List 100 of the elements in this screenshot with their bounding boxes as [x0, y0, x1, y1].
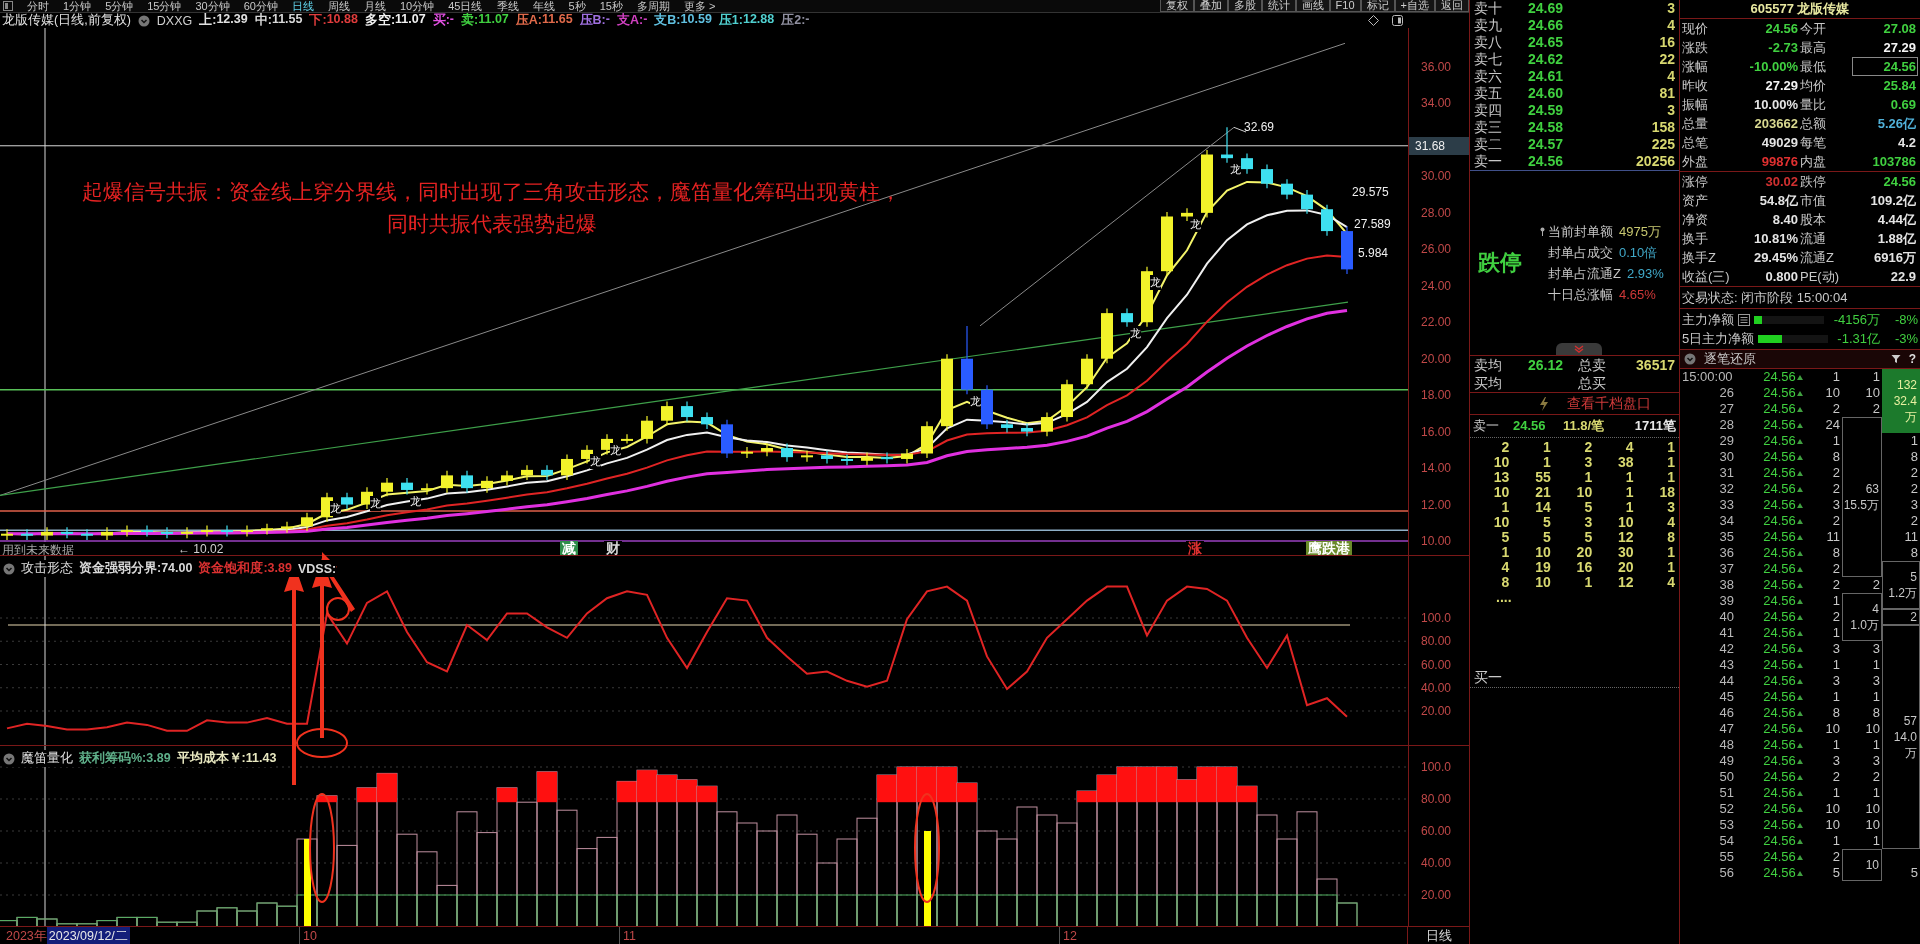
- tick-volume: 10: [1824, 817, 1841, 833]
- signal-mark: 龙: [590, 453, 601, 469]
- candlestick: [461, 470, 473, 494]
- indicator-title: 魔笛量化: [21, 750, 73, 767]
- ask-price: 24.59: [1528, 102, 1565, 119]
- period-tab[interactable]: 周线: [328, 0, 350, 12]
- tick-price: 24.56: [1763, 577, 1796, 593]
- axis-label: 100.0: [1421, 610, 1452, 626]
- toolbar-button[interactable]: 叠加: [1193, 0, 1228, 12]
- event-mark[interactable]: 财: [604, 541, 622, 555]
- toolbar-button[interactable]: +自选: [1394, 0, 1435, 12]
- event-mark[interactable]: 涨: [1186, 541, 1204, 555]
- signal-mark: 龙: [610, 442, 621, 458]
- period-tab[interactable]: 45日线: [448, 0, 483, 12]
- candlestick: [541, 464, 553, 481]
- quote-label: 换手Z: [1682, 249, 1717, 267]
- tick-volume: 1: [1831, 625, 1841, 641]
- dropdown-icon[interactable]: [137, 14, 150, 27]
- indicator-value: -: [643, 12, 648, 28]
- ask-volume: 225: [1650, 136, 1675, 153]
- tick-time: 28: [1718, 417, 1735, 433]
- collapse-icon[interactable]: [3, 562, 15, 575]
- tick-price: 24.56: [1763, 865, 1796, 881]
- tick-time: 29: [1718, 433, 1735, 449]
- tick-time: 37: [1718, 561, 1735, 577]
- queue-volume: 3: [1583, 455, 1593, 470]
- indicator-value: 获利筹码%:3.89: [79, 750, 171, 767]
- list-icon[interactable]: [1738, 313, 1750, 326]
- filter-icon[interactable]: [1890, 354, 1901, 364]
- tick-price: 24.56: [1763, 641, 1796, 657]
- quote-value: 49029: [1760, 134, 1799, 152]
- period-tab[interactable]: 季线: [496, 0, 519, 12]
- queue-volume: 10: [1534, 545, 1551, 560]
- toolbar-button[interactable]: F10: [1329, 0, 1361, 12]
- period-tab[interactable]: 1分钟: [63, 0, 92, 12]
- event-mark[interactable]: 减: [560, 541, 578, 555]
- period-tab[interactable]: 月线: [364, 0, 386, 12]
- period-tab[interactable]: 日线: [292, 0, 314, 12]
- queue-volume: 10: [1492, 485, 1510, 500]
- ask-volume: 3: [1666, 0, 1675, 17]
- signal-mark: 龙: [1230, 162, 1241, 178]
- tick-volume: 3: [1831, 673, 1841, 689]
- indicator-label: 压2:: [781, 12, 806, 29]
- queue-volume: 10: [1617, 515, 1634, 530]
- toolbar-button[interactable]: 统计: [1261, 0, 1296, 12]
- period-tab[interactable]: 15秒: [599, 0, 623, 12]
- quote-label: 最低: [1800, 58, 1827, 76]
- candlestick: [501, 470, 513, 486]
- quote-label: 今开: [1800, 20, 1827, 38]
- period-tab[interactable]: 年线: [532, 0, 555, 12]
- depth-link[interactable]: 查看千档盘口: [1566, 394, 1651, 413]
- window-icon[interactable]: [1392, 15, 1403, 26]
- collapse-button[interactable]: [1556, 343, 1602, 355]
- diamond-icon[interactable]: [1368, 15, 1379, 26]
- period-tab[interactable]: 60分钟: [243, 0, 278, 12]
- date-label: 2023年: [5, 928, 47, 944]
- indicator-value: -: [449, 12, 455, 28]
- period-tab[interactable]: 5分钟: [105, 0, 134, 12]
- tick-time: 36: [1718, 545, 1735, 561]
- queue-volume: 1: [1666, 440, 1675, 455]
- tick-time: 50: [1718, 769, 1735, 785]
- help-link[interactable]: ?: [1908, 352, 1916, 366]
- collapse-icon[interactable]: [3, 752, 15, 765]
- collapse-icon[interactable]: [1684, 353, 1696, 365]
- up-arrow-icon: [1796, 566, 1803, 572]
- queue-volume: 5: [1500, 530, 1510, 545]
- quote-value: 10.00%: [1752, 96, 1799, 114]
- panel-toggle-icon[interactable]: [3, 1, 13, 11]
- toolbar-button[interactable]: 复权: [1159, 0, 1194, 12]
- ask-label: 卖八: [1474, 34, 1503, 51]
- summary-label: 买均: [1474, 374, 1503, 392]
- tick-price: 24.56: [1763, 769, 1796, 785]
- period-tab[interactable]: 多周期: [636, 0, 670, 12]
- price-label: ← 10.02: [178, 542, 224, 555]
- period-tab[interactable]: 5秒: [568, 0, 586, 12]
- toolbar-button[interactable]: 画线: [1295, 0, 1330, 12]
- quote-value: -2.73: [1767, 39, 1799, 57]
- period-tab[interactable]: 更多 >: [683, 0, 716, 12]
- period-tab[interactable]: 分时: [27, 0, 49, 12]
- quote-label: 均价: [1800, 77, 1827, 95]
- period-tab[interactable]: 10分钟: [400, 0, 435, 12]
- merged-group: 2: [1882, 609, 1920, 625]
- queue-volume: 10: [1492, 515, 1510, 530]
- candlestick: [1041, 411, 1053, 437]
- tick-time: 43: [1718, 657, 1735, 673]
- toolbar-button[interactable]: 返回: [1435, 0, 1469, 12]
- period-tab[interactable]: 30分钟: [195, 0, 230, 12]
- tick-time: 30: [1718, 449, 1735, 465]
- quote-label: 量比: [1800, 96, 1827, 114]
- period-tab[interactable]: 15分钟: [147, 0, 182, 12]
- event-mark[interactable]: 鹰跌港: [1306, 541, 1352, 555]
- axis-label: 80.00: [1421, 633, 1452, 650]
- toolbar-button[interactable]: 标记: [1360, 0, 1395, 12]
- quote-label: 净资: [1682, 211, 1709, 229]
- toolbar-button[interactable]: 多股: [1227, 0, 1262, 12]
- indicator-label: 上:: [199, 12, 217, 29]
- axis-label: 60.00: [1421, 823, 1452, 839]
- indicator-label: 支A:: [616, 12, 644, 29]
- quote-value: 4.44亿: [1876, 211, 1917, 229]
- tick-volume: 8: [1831, 705, 1841, 721]
